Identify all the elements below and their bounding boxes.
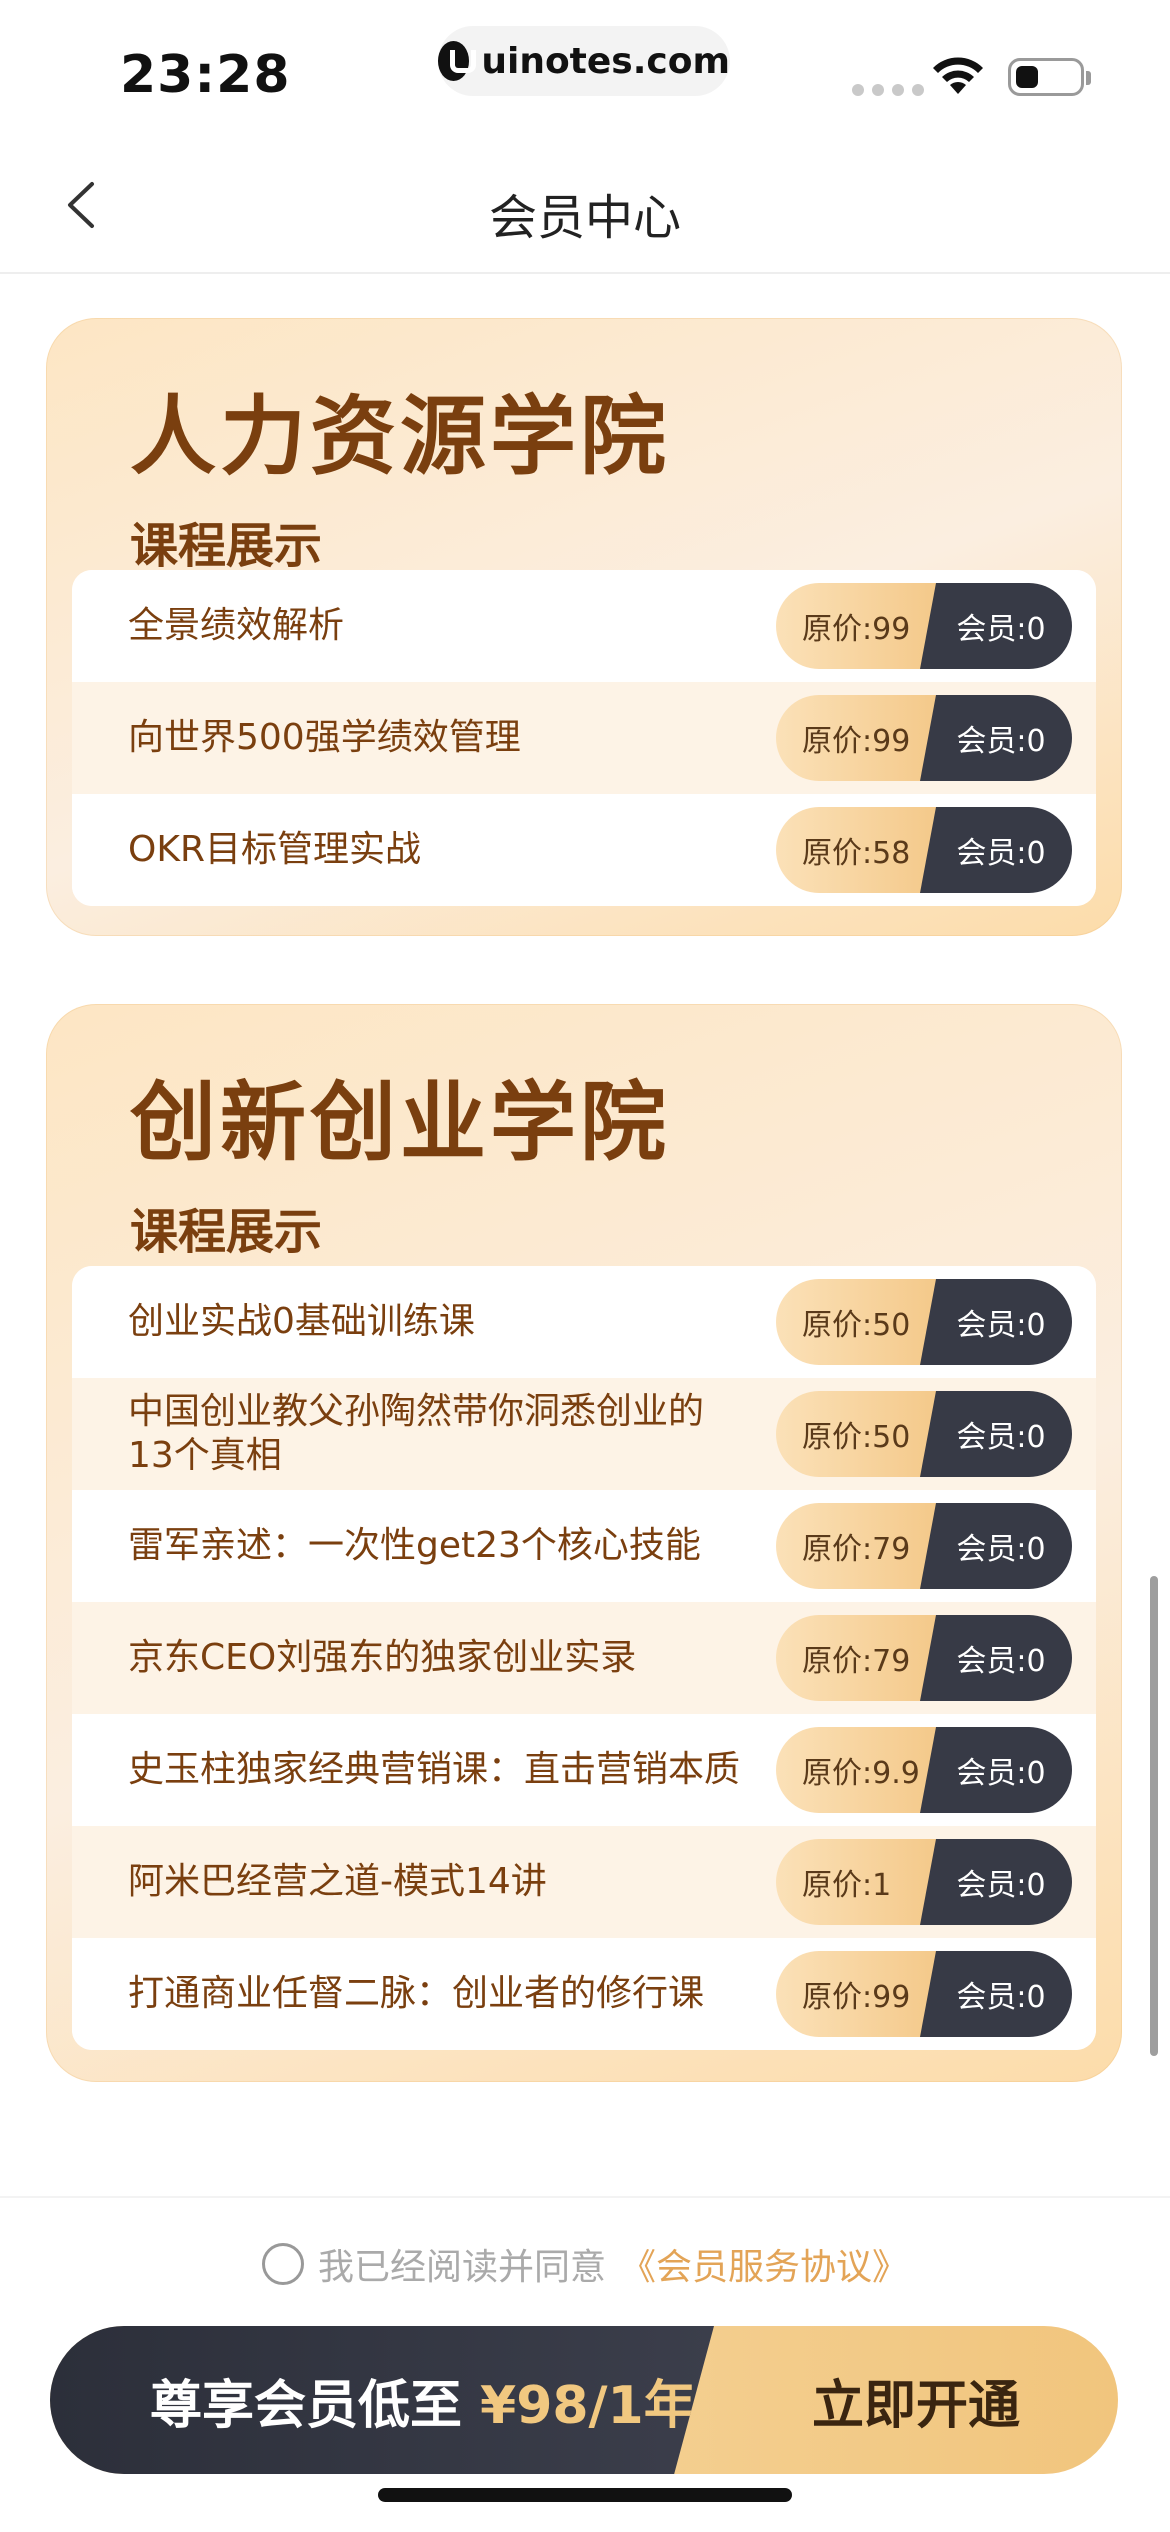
nav-bar: 会员中心 xyxy=(0,140,1170,274)
course-list: 创业实战0基础训练课 原价:50 会员:0 中国创业教父孙陶然带你洞悉创业的13… xyxy=(72,1266,1096,2050)
course-name: 雷军亲述：一次性get23个核心技能 xyxy=(128,1525,701,1566)
course-name: 京东CEO刘强东的独家创业实录 xyxy=(128,1637,637,1678)
price-pill: 原价:99 会员:0 xyxy=(776,695,1072,781)
price-pill: 原价:79 会员:0 xyxy=(776,1503,1072,1589)
member-price: 会员:0 xyxy=(920,1839,1072,1925)
cta-price: ¥98/1年 xyxy=(480,2375,696,2436)
original-price: 原价:1 xyxy=(776,1839,936,1925)
open-membership-cta[interactable]: 尊享会员低至 ¥98/1年 立即开通 xyxy=(50,2326,1118,2474)
original-price: 原价:99 xyxy=(776,1951,936,2037)
price-pill: 原价:99 会员:0 xyxy=(776,1951,1072,2037)
member-price: 会员:0 xyxy=(920,1503,1072,1589)
price-pill: 原价:1 会员:0 xyxy=(776,1839,1072,1925)
member-price: 会员:0 xyxy=(920,1951,1072,2037)
page-title: 会员中心 xyxy=(488,190,681,246)
cta-promo-text: 尊享会员低至 xyxy=(150,2375,463,2436)
member-price: 会员:0 xyxy=(920,1615,1072,1701)
url-text: uinotes.com xyxy=(481,40,730,82)
price-pill: 原价:50 会员:0 xyxy=(776,1391,1072,1477)
price-pill: 原价:50 会员:0 xyxy=(776,1279,1072,1365)
course-name: 史玉柱独家经典营销课：直击营销本质 xyxy=(128,1749,741,1790)
original-price: 原价:99 xyxy=(776,695,936,781)
price-pill: 原价:58 会员:0 xyxy=(776,807,1072,893)
status-time: 23:28 xyxy=(120,45,291,105)
price-pill: 原价:79 会员:0 xyxy=(776,1615,1072,1701)
agreement-row: 我已经阅读并同意 《会员服务协议》 xyxy=(0,2238,1170,2290)
academy-title: 人力资源学院 xyxy=(130,387,670,487)
academy-card-innovation: 创新创业学院 课程展示 创业实战0基础训练课 原价:50 会员:0 中国创业教父… xyxy=(46,1004,1122,2082)
course-row[interactable]: 史玉柱独家经典营销课：直击营销本质 原价:9.9 会员:0 xyxy=(72,1714,1096,1826)
original-price: 原价:58 xyxy=(776,807,936,893)
course-row[interactable]: 创业实战0基础训练课 原价:50 会员:0 xyxy=(72,1266,1096,1378)
course-row[interactable]: OKR目标管理实战 原价:58 会员:0 xyxy=(72,794,1096,906)
course-name: 创业实战0基础训练课 xyxy=(128,1301,475,1342)
course-name: 阿米巴经营之道-模式14讲 xyxy=(128,1861,547,1902)
original-price: 原价:79 xyxy=(776,1615,936,1701)
course-row[interactable]: 打通商业任督二脉：创业者的修行课 原价:99 会员:0 xyxy=(72,1938,1096,2050)
open-now-button[interactable]: 立即开通 xyxy=(714,2326,1118,2474)
original-price: 原价:9.9 xyxy=(776,1727,936,1813)
agreement-text: 我已经阅读并同意 xyxy=(317,2247,606,2288)
member-price: 会员:0 xyxy=(920,807,1072,893)
course-row[interactable]: 京东CEO刘强东的独家创业实录 原价:79 会员:0 xyxy=(72,1602,1096,1714)
battery-icon xyxy=(1008,58,1091,96)
course-list: 全景绩效解析 原价:99 会员:0 向世界500强学绩效管理 原价:99 会员:… xyxy=(72,570,1096,906)
price-pill: 原价:9.9 会员:0 xyxy=(776,1727,1072,1813)
member-price: 会员:0 xyxy=(920,1727,1072,1813)
academy-subtitle: 课程展示 xyxy=(130,518,323,574)
member-price: 会员:0 xyxy=(920,1279,1072,1365)
url-pill[interactable]: uinotes.com xyxy=(438,26,730,96)
academy-title: 创新创业学院 xyxy=(130,1073,670,1173)
course-name: 中国创业教父孙陶然带你洞悉创业的13个真相 xyxy=(128,1391,705,1476)
site-logo-icon xyxy=(438,41,477,81)
agreement-link[interactable]: 《会员服务协议》 xyxy=(620,2238,908,2290)
course-row[interactable]: 全景绩效解析 原价:99 会员:0 xyxy=(72,570,1096,682)
course-row[interactable]: 向世界500强学绩效管理 原价:99 会员:0 xyxy=(72,682,1096,794)
course-name: 向世界500强学绩效管理 xyxy=(128,717,521,758)
original-price: 原价:50 xyxy=(776,1391,936,1477)
original-price: 原价:99 xyxy=(776,583,936,669)
course-row[interactable]: 阿米巴经营之道-模式14讲 原价:1 会员:0 xyxy=(72,1826,1096,1938)
price-pill: 原价:99 会员:0 xyxy=(776,583,1072,669)
bottom-bar: 我已经阅读并同意 《会员服务协议》 尊享会员低至 ¥98/1年 立即开通 xyxy=(0,2196,1170,2532)
original-price: 原价:50 xyxy=(776,1279,936,1365)
home-indicator xyxy=(378,2488,792,2502)
course-row[interactable]: 中国创业教父孙陶然带你洞悉创业的13个真相 原价:50 会员:0 xyxy=(72,1378,1096,1490)
scrollbar[interactable] xyxy=(1150,1576,1158,2056)
status-bar: 23:28 uinotes.com xyxy=(0,0,1170,140)
agree-radio-icon[interactable] xyxy=(261,2243,304,2285)
wifi-icon xyxy=(933,57,983,94)
academy-subtitle: 课程展示 xyxy=(130,1204,323,1260)
cta-promo: 尊享会员低至 ¥98/1年 xyxy=(50,2326,714,2474)
course-name: 全景绩效解析 xyxy=(128,605,345,646)
member-price: 会员:0 xyxy=(920,583,1072,669)
cellular-signal-icon xyxy=(852,84,924,96)
academy-card-hr: 人力资源学院 课程展示 全景绩效解析 原价:99 会员:0 向世界500强学绩效… xyxy=(46,318,1122,936)
course-row[interactable]: 雷军亲述：一次性get23个核心技能 原价:79 会员:0 xyxy=(72,1490,1096,1602)
course-name: OKR目标管理实战 xyxy=(128,829,421,870)
original-price: 原价:79 xyxy=(776,1503,936,1589)
member-price: 会员:0 xyxy=(920,695,1072,781)
member-price: 会员:0 xyxy=(920,1391,1072,1477)
course-name: 打通商业任督二脉：创业者的修行课 xyxy=(128,1973,705,2014)
